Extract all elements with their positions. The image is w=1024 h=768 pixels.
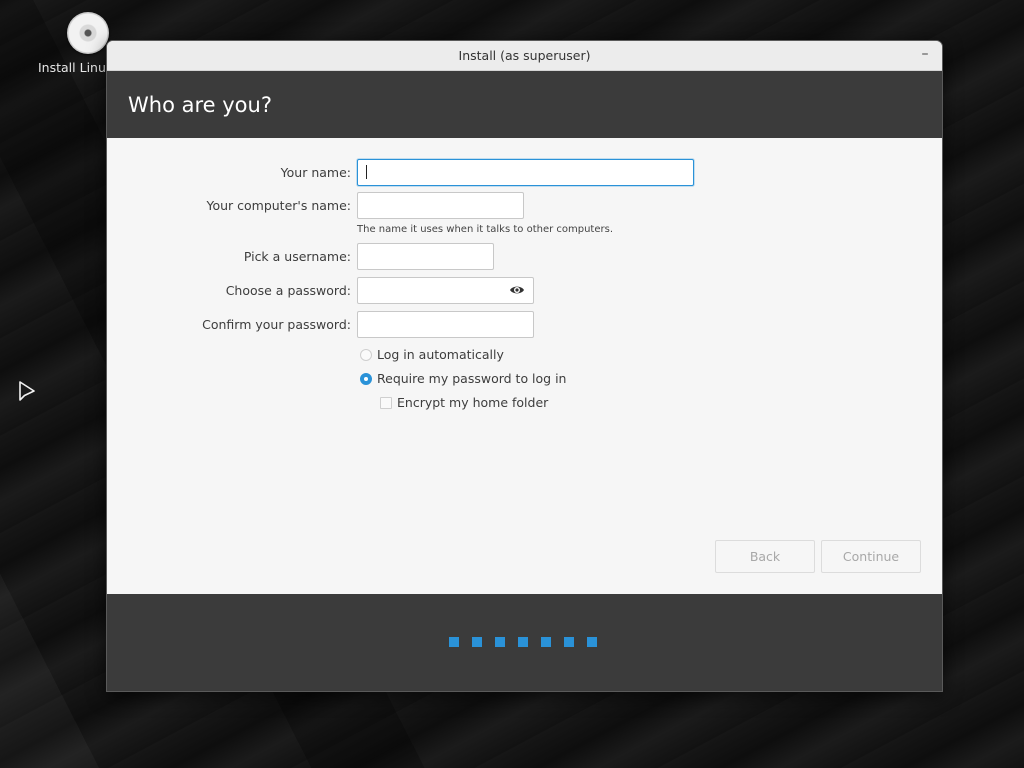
desktop-icon-label: Install Linux [38,60,114,75]
eye-icon[interactable] [509,283,525,297]
confirm-password-row: Confirm your password: [107,311,534,338]
progress-step-dot [518,637,528,647]
progress-step-dot [449,637,459,647]
user-form: Your name: Your computer's name: The nam… [107,138,942,594]
require-password-radio[interactable] [360,372,372,385]
window-title: Install (as superuser) [458,48,591,63]
login-automatically-radio[interactable] [360,348,372,361]
minimize-button[interactable]: – [916,45,934,63]
password-row: Choose a password: [107,277,534,304]
require-password-label: Require my password to log in [377,371,567,386]
encrypt-home-checkbox[interactable] [380,396,392,409]
login-automatically-label: Log in automatically [377,347,504,362]
your-name-row: Your name: [107,159,694,186]
computer-name-label: Your computer's name: [206,198,351,213]
disc-icon [67,12,109,54]
progress-step-dot [587,637,597,647]
password-label: Choose a password: [225,283,351,298]
encrypt-home-label: Encrypt my home folder [397,395,549,410]
page-header: Who are you? [107,71,942,138]
progress-footer [107,594,942,691]
username-row: Pick a username: [107,243,494,270]
mouse-cursor-icon [19,381,35,401]
progress-indicator [449,637,597,647]
progress-step-dot [472,637,482,647]
computer-name-hint: The name it uses when it talks to other … [357,224,614,235]
progress-step-dot [495,637,505,647]
back-button[interactable]: Back [715,540,815,573]
username-label: Pick a username: [243,249,351,264]
continue-button[interactable]: Continue [821,540,921,573]
confirm-password-label: Confirm your password: [202,317,351,332]
progress-step-dot [564,637,574,647]
your-name-input[interactable] [357,159,694,186]
login-automatically-option[interactable]: Log in automatically [360,347,504,362]
your-name-label: Your name: [280,165,351,180]
computer-name-input[interactable] [357,192,524,219]
window-titlebar[interactable]: Install (as superuser) – [107,41,942,71]
username-input[interactable] [357,243,494,270]
encrypt-home-option[interactable]: Encrypt my home folder [380,395,548,410]
page-title: Who are you? [128,92,272,117]
text-caret [366,165,367,179]
confirm-password-input[interactable] [357,311,534,338]
password-input[interactable] [357,277,534,304]
installer-window: Install (as superuser) – Who are you? Yo… [106,40,943,692]
progress-step-dot [541,637,551,647]
computer-name-row: Your computer's name: [107,192,524,219]
require-password-option[interactable]: Require my password to log in [360,371,566,386]
